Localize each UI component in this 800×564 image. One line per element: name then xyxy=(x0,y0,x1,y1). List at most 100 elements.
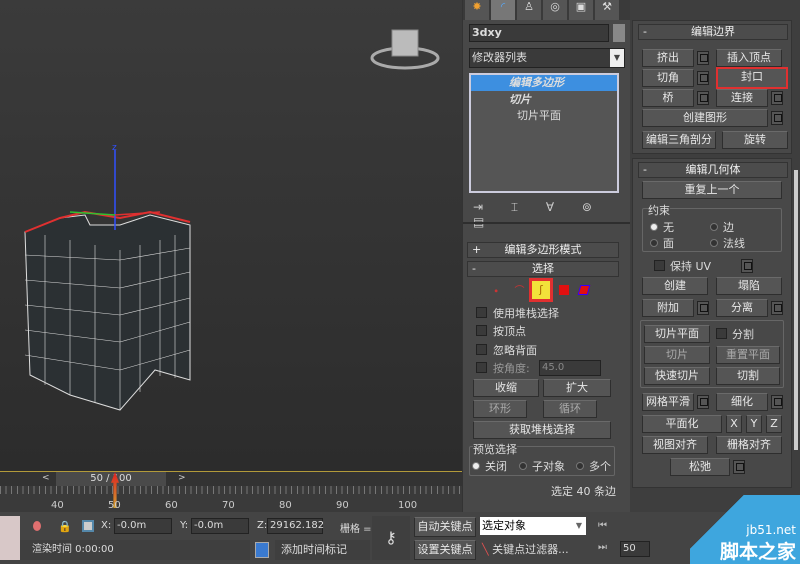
set-key-icon[interactable]: ⚷ xyxy=(372,516,410,560)
preview-multi-radio[interactable] xyxy=(576,462,584,470)
time-slider-thumb[interactable]: 50 / 100 xyxy=(56,472,166,486)
set-key-button[interactable]: 设置关键点 xyxy=(414,540,476,560)
ring-button[interactable]: 环形 xyxy=(473,400,527,418)
absolute-mode-icon[interactable] xyxy=(82,520,94,532)
track-bar[interactable]: 40 50 60 70 80 90 100 xyxy=(0,472,462,512)
connect-button[interactable]: 连接 xyxy=(716,89,768,107)
attach-button[interactable]: 附加 xyxy=(642,299,694,317)
next-frame-button[interactable]: > xyxy=(178,473,186,483)
slice-button[interactable]: 切片 xyxy=(644,346,710,364)
tessellate-button[interactable]: 细化 xyxy=(716,393,768,411)
use-stack-checkbox[interactable] xyxy=(476,307,487,318)
relax-button[interactable]: 松弛 xyxy=(670,458,730,476)
create-shape-button[interactable]: 创建图形 xyxy=(642,109,768,127)
auto-key-button[interactable]: 自动关键点 xyxy=(414,517,476,537)
angle-field[interactable]: 45.0 xyxy=(539,360,601,376)
key-mode-toggle-icon[interactable]: ⏭ xyxy=(598,542,607,553)
extrude-settings-icon[interactable] xyxy=(697,51,709,65)
constraint-edge-radio[interactable] xyxy=(710,223,718,231)
bridge-settings-icon[interactable] xyxy=(697,91,709,105)
hierarchy-tab-icon[interactable]: ♙ xyxy=(517,0,541,20)
utilities-tab-icon[interactable]: ⚒ xyxy=(595,0,619,20)
by-vertex-checkbox[interactable] xyxy=(476,325,487,336)
preview-off-radio[interactable] xyxy=(472,462,480,470)
selection-rollout-header[interactable]: - 选择 xyxy=(467,261,619,277)
object-name-field[interactable]: 3dxy xyxy=(469,24,609,42)
key-filters-button[interactable]: ╲ 关键点过滤器... xyxy=(482,542,569,558)
chamfer-button[interactable]: 切角 xyxy=(642,69,694,87)
collapse-button[interactable]: 塌陷 xyxy=(716,277,782,295)
lock-icon[interactable]: 🔒 xyxy=(58,520,72,533)
panel-scrollbar[interactable] xyxy=(794,170,798,450)
polygon-subobject-icon[interactable] xyxy=(559,285,569,295)
ignore-backface-checkbox[interactable] xyxy=(476,344,487,355)
planar-z-button[interactable]: Z xyxy=(766,415,782,433)
maxscript-listener[interactable] xyxy=(0,516,20,560)
insert-vertex-button[interactable]: 插入顶点 xyxy=(716,49,782,67)
preview-subobject-radio[interactable] xyxy=(519,462,527,470)
element-subobject-icon[interactable] xyxy=(577,285,591,295)
detach-button[interactable]: 分离 xyxy=(716,299,768,317)
edit-triangulation-button[interactable]: 编辑三角剖分 xyxy=(642,131,716,149)
perspective-viewport[interactable]: z xyxy=(0,0,462,472)
isolate-icon[interactable] xyxy=(33,521,41,531)
relax-settings-icon[interactable] xyxy=(733,460,745,474)
modifier-stack[interactable]: 编辑多边形 切片 切片平面 xyxy=(469,73,619,193)
extrude-button[interactable]: 挤出 xyxy=(642,49,694,67)
goto-start-icon[interactable]: ⏮ xyxy=(598,520,607,531)
navcube-icon[interactable] xyxy=(391,29,419,57)
z-coordinate-field[interactable]: 29162.182 xyxy=(267,518,324,534)
cap-button[interactable]: 封口 xyxy=(716,67,788,89)
tessellate-settings-icon[interactable] xyxy=(771,395,783,409)
reset-plane-button[interactable]: 重置平面 xyxy=(716,346,780,364)
key-mode-select[interactable]: 选定对象 ▼ xyxy=(480,517,586,535)
chamfer-settings-icon[interactable] xyxy=(697,71,709,85)
shrink-button[interactable]: 收缩 xyxy=(473,379,539,397)
constraint-normal-radio[interactable] xyxy=(710,239,718,247)
view-align-button[interactable]: 视图对齐 xyxy=(642,436,708,454)
split-checkbox[interactable] xyxy=(716,328,727,339)
cut-button[interactable]: 切割 xyxy=(716,367,780,385)
stack-item-slice[interactable]: 切片 xyxy=(471,92,617,108)
prev-frame-button[interactable]: < xyxy=(42,473,54,485)
object-color-swatch[interactable] xyxy=(613,24,625,42)
current-frame-field[interactable]: 50 xyxy=(620,541,650,557)
time-slider-track[interactable]: < 50 / 100 > xyxy=(0,472,462,486)
loop-button[interactable]: 循环 xyxy=(543,400,597,418)
edit-borders-rollout-header[interactable]: - 编辑边界 xyxy=(638,24,788,40)
quickslice-button[interactable]: 快速切片 xyxy=(644,367,710,385)
grow-button[interactable]: 扩大 xyxy=(543,379,611,397)
constraint-none-radio[interactable] xyxy=(650,223,658,231)
stack-item-slice-plane[interactable]: 切片平面 xyxy=(471,108,617,124)
bridge-button[interactable]: 桥 xyxy=(642,89,694,107)
border-subobject-icon[interactable]: ʃ xyxy=(529,278,553,302)
by-angle-checkbox[interactable] xyxy=(476,362,487,373)
repeat-last-button[interactable]: 重复上一个 xyxy=(642,181,782,199)
create-tab-icon[interactable]: ✸ xyxy=(465,0,489,20)
motion-tab-icon[interactable]: ◎ xyxy=(543,0,567,20)
planar-y-button[interactable]: Y xyxy=(746,415,762,433)
stack-item-edit-poly[interactable]: 编辑多边形 xyxy=(471,75,617,91)
connect-settings-icon[interactable] xyxy=(771,91,783,105)
meshsmooth-button[interactable]: 网格平滑 xyxy=(642,393,694,411)
create-shape-settings-icon[interactable] xyxy=(771,111,783,125)
constraint-face-radio[interactable] xyxy=(650,239,658,247)
add-time-tag-button[interactable]: 添加时间标记 xyxy=(275,540,370,560)
modify-tab-icon[interactable]: ◜ xyxy=(491,0,515,20)
edit-poly-mode-rollout-header[interactable]: + 编辑多边形模式 xyxy=(467,242,619,258)
display-tab-icon[interactable]: ▣ xyxy=(569,0,593,20)
get-stack-selection-button[interactable]: 获取堆栈选择 xyxy=(473,421,611,439)
create-button[interactable]: 创建 xyxy=(642,277,708,295)
preserve-uv-settings-icon[interactable] xyxy=(741,259,753,273)
y-coordinate-field[interactable]: -0.0m xyxy=(191,518,249,534)
detach-settings-icon[interactable] xyxy=(771,301,783,315)
slice-plane-button[interactable]: 切片平面 xyxy=(644,325,710,343)
modifier-list-dropdown[interactable]: 修改器列表 ▼ xyxy=(469,48,625,68)
meshsmooth-settings-icon[interactable] xyxy=(697,395,709,409)
vertex-edge-icons[interactable]: ∙ ⌒ xyxy=(493,282,530,297)
stack-toolbar[interactable]: ⇥ ⌶ ∀ ⊚ ▤ xyxy=(473,200,630,229)
turn-button[interactable]: 旋转 xyxy=(722,131,788,149)
preserve-uv-checkbox[interactable] xyxy=(654,260,665,271)
grid-align-button[interactable]: 栅格对齐 xyxy=(716,436,782,454)
planar-x-button[interactable]: X xyxy=(726,415,742,433)
